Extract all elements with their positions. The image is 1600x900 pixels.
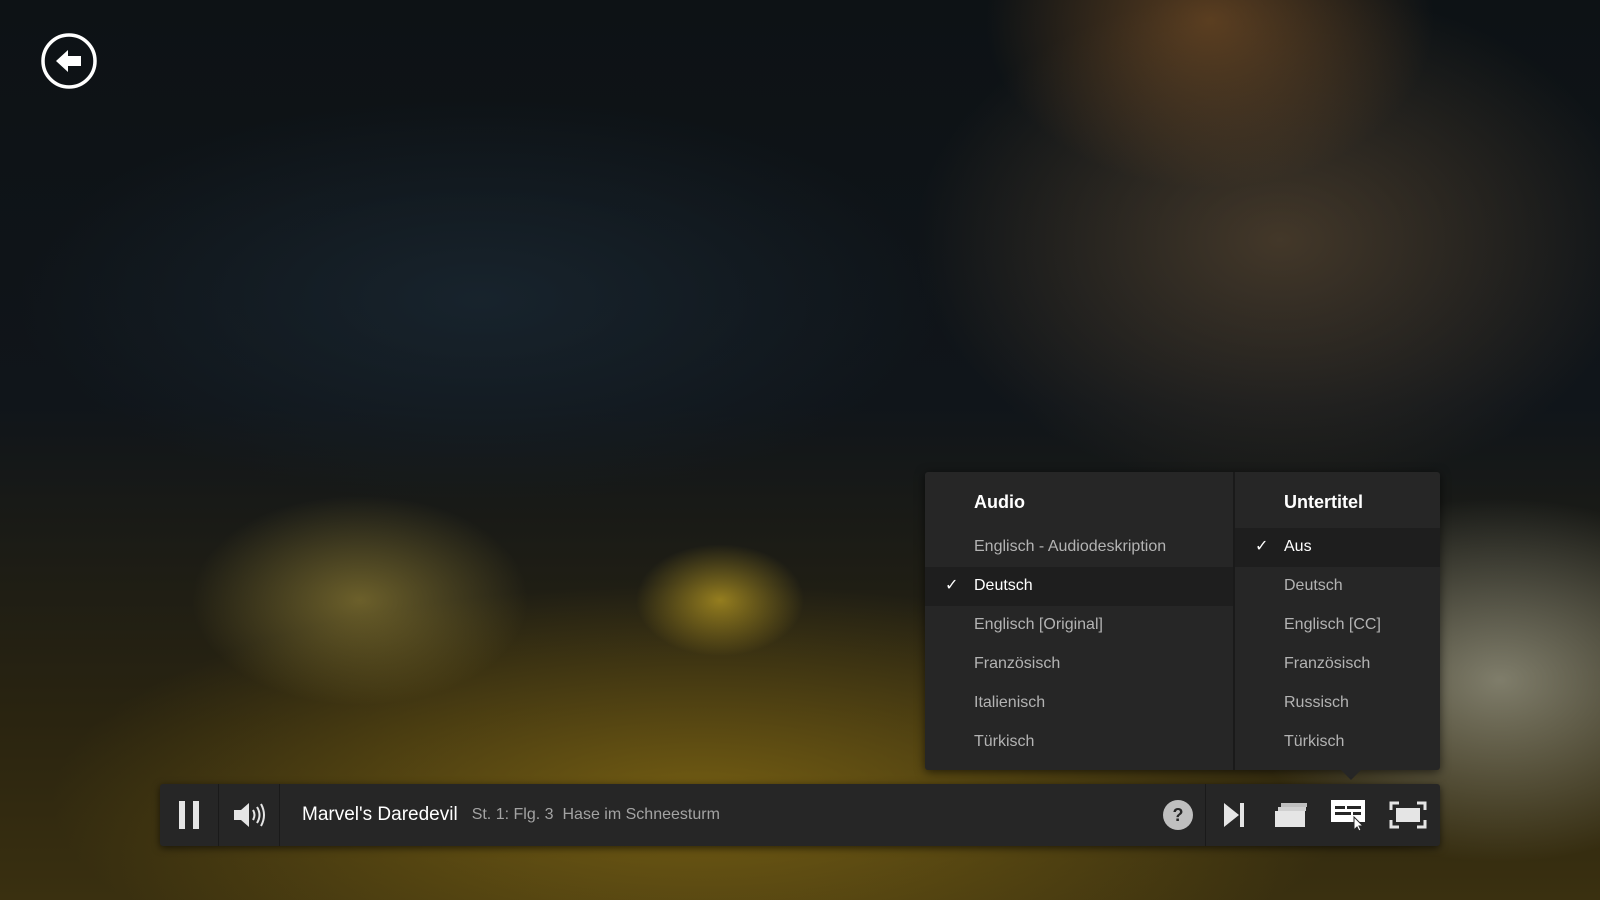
next-episode-button[interactable] [1206, 784, 1262, 846]
back-button[interactable] [40, 32, 98, 90]
help-button[interactable]: ? [1154, 784, 1202, 846]
volume-icon [234, 803, 265, 827]
fullscreen-button[interactable] [1378, 784, 1438, 846]
subtitle-option[interactable]: ✓ Aus [1235, 528, 1440, 567]
audio-heading: Audio [974, 492, 1025, 512]
audio-option[interactable]: ✓ Deutsch [925, 567, 1233, 606]
audio-option-label: Englisch [Original] [974, 616, 1103, 633]
subtitle-option-label: Französisch [1284, 655, 1371, 672]
audio-option-label: Französisch [974, 655, 1061, 672]
pause-icon [179, 801, 199, 829]
pause-button[interactable] [160, 784, 218, 846]
menu-pointer [1341, 770, 1361, 780]
audio-option-label: Italienisch [974, 694, 1046, 711]
audio-option-label: Türkisch [974, 733, 1035, 750]
audio-option[interactable]: Italienisch [925, 684, 1233, 723]
subtitle-heading: Untertitel [1284, 492, 1364, 512]
subtitles-icon [1331, 800, 1365, 832]
audio-option[interactable]: Türkisch [925, 723, 1233, 762]
subtitle-option-label: Deutsch [1284, 577, 1343, 594]
subtitle-option[interactable]: Deutsch [1235, 567, 1440, 606]
subtitles-button[interactable] [1320, 784, 1378, 846]
audio-subtitle-menu: Audio Englisch - Audiodeskription ✓ Deutsc… [925, 472, 1440, 770]
checkmark-icon: ✓ [945, 577, 959, 594]
show-title: Marvel's Daredevil [302, 804, 458, 825]
volume-button[interactable] [219, 784, 279, 846]
audio-list: Englisch - Audiodeskription ✓ Deutsch Engli… [925, 528, 1233, 762]
subtitle-list: ✓ Aus Deutsch Englisch [CC] Französisch Russi… [1235, 528, 1440, 762]
fullscreen-icon [1389, 801, 1427, 829]
episodes-button[interactable] [1262, 784, 1320, 846]
subtitle-column: Untertitel ✓ Aus Deutsch Englisch [CC] Franz… [1235, 472, 1440, 770]
subtitle-option-label: Russisch [1284, 694, 1349, 711]
subtitle-option-label: Englisch [CC] [1284, 616, 1381, 633]
audio-option[interactable]: Französisch [925, 645, 1233, 684]
audio-option[interactable]: Englisch - Audiodeskription [925, 528, 1233, 567]
video-frame[interactable]: Audio Englisch - Audiodeskription ✓ Deutsc… [0, 0, 1600, 900]
audio-option-label: Deutsch [974, 577, 1033, 594]
back-arrow-icon [41, 33, 97, 89]
episode-info: Marvel's Daredevil St. 1: Flg. 3 Hase im… [302, 784, 720, 846]
svg-text:?: ? [1173, 805, 1184, 825]
episodes-icon [1275, 803, 1307, 827]
subtitle-option[interactable]: Englisch [CC] [1235, 606, 1440, 645]
episode-number: St. 1: Flg. 3 [471, 806, 554, 823]
help-icon: ? [1163, 800, 1193, 830]
subtitle-option[interactable]: Russisch [1235, 684, 1440, 723]
audio-option-label: Englisch - Audiodeskription [974, 538, 1167, 555]
audio-column: Audio Englisch - Audiodeskription ✓ Deutsc… [925, 472, 1235, 770]
subtitle-option[interactable]: Französisch [1235, 645, 1440, 684]
checkmark-icon: ✓ [1255, 538, 1269, 555]
divider [279, 784, 280, 846]
subtitle-option-label: Aus [1284, 538, 1312, 555]
subtitle-option[interactable]: Türkisch [1235, 723, 1440, 762]
control-bar: Marvel's Daredevil St. 1: Flg. 3 Hase im… [160, 784, 1440, 846]
episode-title: Hase im Schneesturm [562, 806, 720, 823]
next-episode-icon [1224, 803, 1244, 827]
subtitle-option-label: Türkisch [1284, 733, 1345, 750]
audio-option[interactable]: Englisch [Original] [925, 606, 1233, 645]
